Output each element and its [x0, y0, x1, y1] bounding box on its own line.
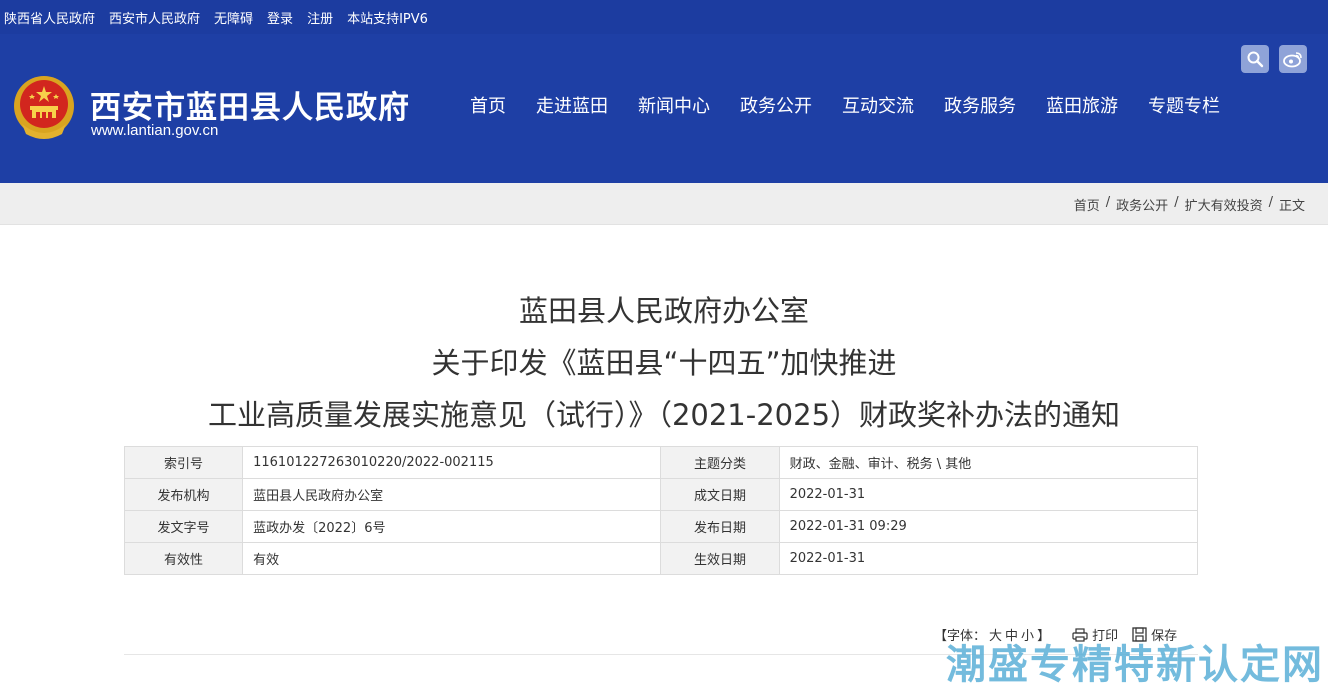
document-title-line-3: 工业高质量发展实施意见（试行）》（2021-2025）财政奖补办法的通知 — [207, 398, 1121, 432]
table-row: 发布机构 蓝田县人民政府办公室 成文日期 2022-01-31 — [123, 478, 1199, 511]
topbar-link-xian-gov[interactable]: 西安市人民政府 — [109, 8, 200, 27]
meta-key-written-date: 成文日期 — [660, 478, 780, 511]
meta-key-publish-date: 发布日期 — [660, 510, 780, 543]
breadcrumb-home[interactable]: 首页 — [1074, 195, 1100, 214]
meta-value-written-date: 2022-01-31 — [778, 478, 1199, 511]
nav-item-tourism[interactable]: 蓝田旅游 — [1046, 92, 1118, 118]
breadcrumb-gov-affairs-public[interactable]: 政务公开 — [1116, 195, 1168, 214]
topbar-link-login[interactable]: 登录 — [267, 8, 293, 27]
nav-item-about-lantian[interactable]: 走进蓝田 — [536, 92, 608, 118]
meta-value-topic: 财政、金融、审计、税务 \ 其他 — [778, 446, 1199, 479]
meta-value-effective-date: 2022-01-31 — [778, 542, 1199, 575]
meta-key-effective-date: 生效日期 — [660, 542, 780, 575]
meta-key-publisher: 发布机构 — [123, 478, 244, 511]
meta-value-validity: 有效 — [242, 542, 662, 575]
topbar-ipv6-notice[interactable]: 本站支持IPV6 — [347, 8, 428, 27]
topbar-link-register[interactable]: 注册 — [307, 8, 333, 27]
meta-value-index-no: 116101227263010220/2022-002115 — [242, 446, 662, 479]
topbar-link-shaanxi-gov[interactable]: 陕西省人民政府 — [4, 8, 95, 27]
main-nav: 首页 走进蓝田 新闻中心 政务公开 互动交流 政务服务 蓝田旅游 专题专栏 — [455, 92, 1235, 118]
breadcrumb-current: 正文 — [1278, 199, 1305, 214]
breadcrumb: 首页 / 政务公开 / 扩大有效投资 / 正文 — [1071, 195, 1308, 214]
table-row: 索引号 116101227263010220/2022-002115 主题分类 … — [123, 446, 1199, 479]
document-title-line-2: 关于印发《蓝田县“十四五”加快推进 — [431, 346, 897, 380]
nav-item-interaction[interactable]: 互动交流 — [842, 92, 914, 118]
site-url: www.lantian.gov.cn — [91, 122, 219, 139]
meta-key-index-no: 索引号 — [123, 446, 244, 479]
topbar-link-accessibility[interactable]: 无障碍 — [214, 8, 253, 27]
site-title[interactable]: 西安市蓝田县人民政府 — [90, 82, 410, 127]
search-button[interactable] — [1241, 45, 1269, 73]
top-link-bar: 陕西省人民政府 西安市人民政府 无障碍 登录 注册 本站支持IPV6 — [0, 0, 1328, 34]
national-emblem-logo[interactable] — [12, 74, 76, 142]
nav-item-home[interactable]: 首页 — [470, 92, 506, 118]
meta-key-topic: 主题分类 — [660, 446, 780, 479]
meta-key-validity: 有效性 — [123, 542, 244, 575]
meta-value-doc-number: 蓝政办发〔2022〕6号 — [242, 510, 662, 543]
meta-key-doc-number: 发文字号 — [123, 510, 244, 543]
weibo-icon — [1283, 52, 1302, 68]
nav-item-gov-services[interactable]: 政务服务 — [944, 92, 1016, 118]
meta-value-publish-date: 2022-01-31 09:29 — [778, 510, 1199, 543]
breadcrumb-separator: / — [1174, 195, 1179, 210]
site-header: 西安市蓝田县人民政府 www.lantian.gov.cn 首页 走进蓝田 新闻… — [0, 34, 1328, 183]
document-title-line-1: 蓝田县人民政府办公室 — [518, 294, 809, 328]
nav-item-news[interactable]: 新闻中心 — [638, 92, 710, 118]
document-meta-table: 索引号 116101227263010220/2022-002115 主题分类 … — [123, 446, 1199, 575]
document-title: 蓝田县人民政府办公室 关于印发《蓝田县“十四五”加快推进 工业高质量发展实施意见… — [0, 285, 1328, 441]
table-row: 有效性 有效 生效日期 2022-01-31 — [123, 542, 1199, 575]
breadcrumb-expand-investment[interactable]: 扩大有效投资 — [1185, 195, 1263, 214]
nav-item-special-topics[interactable]: 专题专栏 — [1148, 92, 1220, 118]
table-row: 发文字号 蓝政办发〔2022〕6号 发布日期 2022-01-31 09:29 — [123, 510, 1199, 543]
search-icon — [1247, 51, 1264, 68]
breadcrumb-separator: / — [1268, 195, 1273, 210]
meta-value-publisher: 蓝田县人民政府办公室 — [242, 478, 662, 511]
watermark-text: 潮盛专精特新认定网 — [946, 642, 1324, 688]
breadcrumb-separator: / — [1105, 195, 1111, 210]
breadcrumb-bar: 首页 / 政务公开 / 扩大有效投资 / 正文 — [0, 183, 1328, 225]
weibo-button[interactable] — [1279, 45, 1307, 73]
nav-item-gov-affairs-public[interactable]: 政务公开 — [740, 92, 812, 118]
